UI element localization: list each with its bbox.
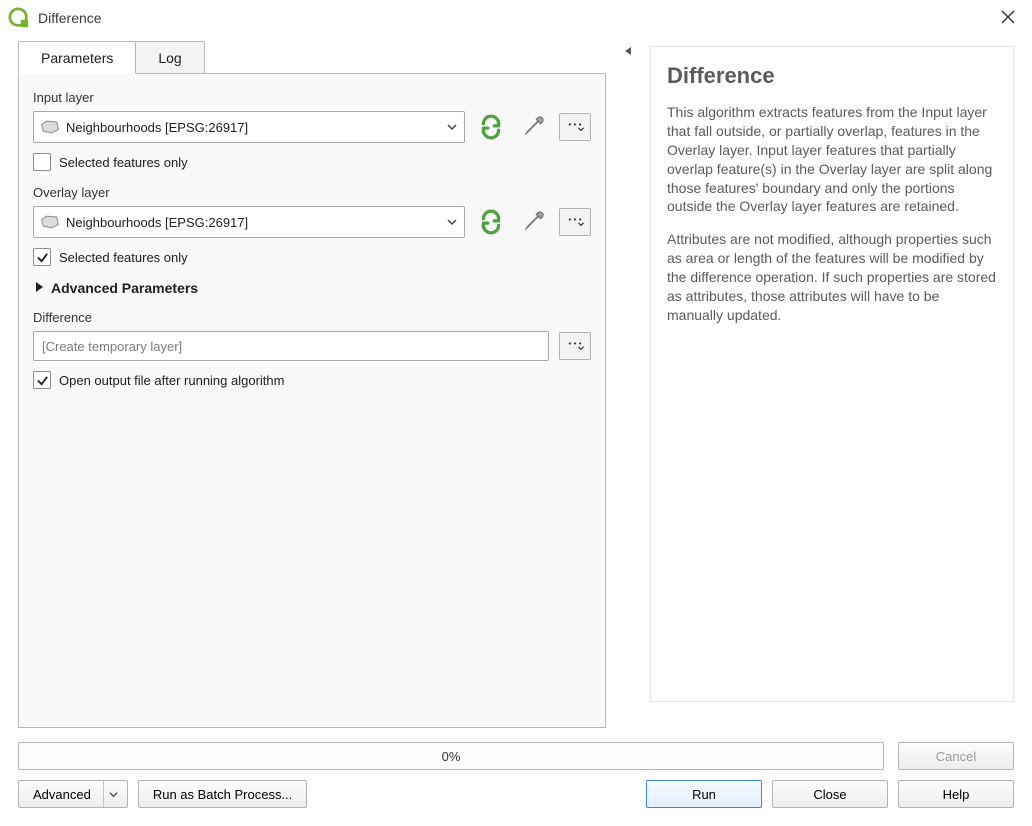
triangle-right-icon (33, 280, 45, 296)
output-destination-placeholder: [Create temporary layer] (42, 339, 182, 354)
input-selected-only-checkbox[interactable]: Selected features only (33, 153, 591, 171)
checkbox-icon (33, 371, 51, 389)
qgis-icon (8, 7, 30, 29)
run-button[interactable]: Run (646, 780, 762, 808)
overlay-layer-label: Overlay layer (33, 185, 591, 200)
polygon-icon (40, 214, 60, 230)
help-title: Difference (667, 63, 997, 89)
help-paragraph: Attributes are not modified, although pr… (667, 230, 997, 324)
help-paragraph: This algorithm extracts features from th… (667, 103, 997, 216)
overlay-layer-value: Neighbourhoods [EPSG:26917] (66, 215, 440, 230)
checkbox-icon (33, 153, 51, 171)
tab-parameters[interactable]: Parameters (18, 41, 136, 74)
tab-log[interactable]: Log (135, 41, 204, 73)
progress-bar: 0% (18, 742, 884, 770)
browse-output-button[interactable] (559, 332, 591, 360)
browse-overlay-button[interactable] (559, 208, 591, 236)
progress-text: 0% (442, 749, 461, 764)
collapse-help-handle[interactable] (620, 36, 636, 728)
tabs: Parameters Log (18, 40, 606, 74)
output-label: Difference (33, 310, 591, 325)
iterate-features-button[interactable] (475, 206, 507, 238)
open-output-label: Open output file after running algorithm (59, 373, 284, 388)
overlay-selected-only-checkbox[interactable]: Selected features only (33, 248, 591, 266)
help-button[interactable]: Help (898, 780, 1014, 808)
advanced-options-button[interactable] (517, 111, 549, 143)
advanced-parameters-toggle[interactable]: Advanced Parameters (33, 280, 591, 296)
checkbox-icon (33, 248, 51, 266)
advanced-parameters-label: Advanced Parameters (51, 280, 198, 296)
input-selected-only-label: Selected features only (59, 155, 188, 170)
overlay-layer-combo[interactable]: Neighbourhoods [EPSG:26917] (33, 206, 465, 238)
run-batch-button[interactable]: Run as Batch Process... (138, 780, 307, 808)
parameters-panel: Input layer Neighbourhoods [EPSG:26917] (18, 74, 606, 728)
window-title: Difference (38, 10, 1000, 26)
advanced-options-button[interactable] (517, 206, 549, 238)
input-layer-value: Neighbourhoods [EPSG:26917] (66, 120, 440, 135)
titlebar: Difference (0, 0, 1032, 36)
close-icon[interactable] (1000, 9, 1018, 27)
input-layer-combo[interactable]: Neighbourhoods [EPSG:26917] (33, 111, 465, 143)
caret-down-icon (103, 781, 123, 807)
overlay-selected-only-label: Selected features only (59, 250, 188, 265)
polygon-icon (40, 119, 60, 135)
browse-input-button[interactable] (559, 113, 591, 141)
help-panel: Difference This algorithm extracts featu… (650, 46, 1014, 702)
cancel-button[interactable]: Cancel (898, 742, 1014, 770)
footer: 0% Cancel Advanced Run as Batch Process.… (0, 728, 1032, 826)
advanced-menu-label: Advanced (33, 787, 91, 802)
output-destination-field[interactable]: [Create temporary layer] (33, 331, 549, 361)
input-layer-label: Input layer (33, 90, 591, 105)
close-button[interactable]: Close (772, 780, 888, 808)
caret-down-icon (446, 121, 458, 133)
open-output-checkbox[interactable]: Open output file after running algorithm (33, 371, 591, 389)
advanced-menu-button[interactable]: Advanced (18, 780, 128, 808)
iterate-features-button[interactable] (475, 111, 507, 143)
caret-down-icon (446, 216, 458, 228)
